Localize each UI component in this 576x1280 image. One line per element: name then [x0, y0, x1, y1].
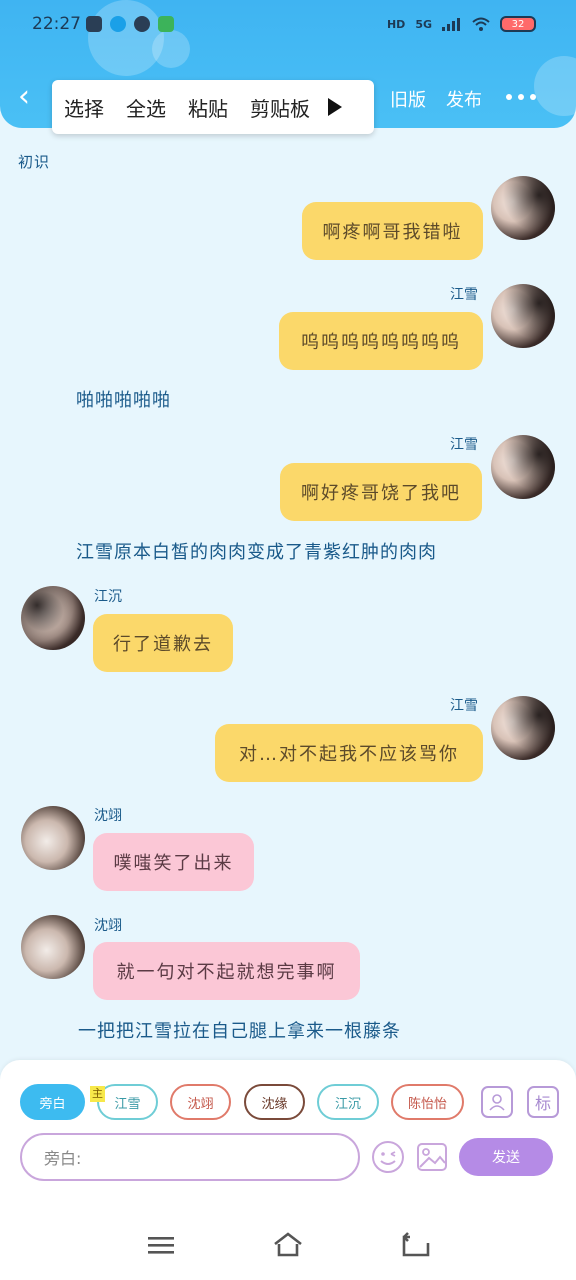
text-selection-popup: 选择 全选 粘贴 剪贴板: [52, 80, 374, 134]
narration-text: 啪啪啪啪啪: [76, 390, 171, 411]
select-all-action[interactable]: 全选: [126, 93, 166, 122]
picture-icon: [417, 1143, 447, 1171]
add-role-icon[interactable]: [481, 1086, 513, 1118]
message-bubble[interactable]: 呜呜呜呜呜呜呜呜: [279, 312, 483, 370]
role-chip-narrator[interactable]: 旁白: [20, 1084, 85, 1120]
message-bubble[interactable]: 行了道歉去: [93, 614, 233, 672]
menu-icon[interactable]: [145, 1230, 177, 1260]
more-icon[interactable]: [506, 94, 536, 100]
role-chip[interactable]: 沈翊: [170, 1084, 231, 1120]
sender-name: 沈翊: [94, 918, 122, 934]
role-chip[interactable]: 江沉: [317, 1084, 379, 1120]
person-icon: [489, 1094, 505, 1111]
home-icon[interactable]: [272, 1230, 304, 1260]
sender-name: 江沉: [94, 589, 122, 605]
sender-name: 江雪: [450, 437, 478, 453]
avatar[interactable]: [491, 435, 555, 499]
battery-level: 32: [511, 18, 525, 30]
avatar[interactable]: [491, 176, 555, 240]
message-input[interactable]: 旁白:: [20, 1133, 360, 1181]
back-nav-icon[interactable]: [400, 1230, 432, 1260]
tag-button[interactable]: 标: [527, 1086, 559, 1118]
decor-bubble: [152, 30, 190, 68]
role-chip[interactable]: 陈怡怡: [391, 1084, 464, 1120]
old-version-button[interactable]: 旧版: [390, 86, 426, 112]
sender-name: 沈翊: [94, 808, 122, 824]
chat-tag: 初识: [18, 153, 51, 171]
select-action[interactable]: 选择: [64, 93, 104, 122]
signal-5g-icon: 5G: [415, 17, 432, 31]
image-icon[interactable]: [414, 1139, 450, 1175]
paste-action[interactable]: 粘贴: [188, 93, 228, 122]
qq-icon: [110, 16, 126, 32]
message-bubble[interactable]: 就一句对不起就想完事啊: [93, 942, 360, 1000]
battery-icon: 32: [500, 16, 536, 32]
narration-text: 江雪原本白皙的肉肉变成了青紫红肿的肉肉: [76, 542, 437, 563]
avatar[interactable]: [21, 915, 85, 979]
storage-icon: [86, 16, 102, 32]
message-bubble[interactable]: 噗嗤笑了出来: [93, 833, 254, 891]
publish-button[interactable]: 发布: [446, 86, 482, 112]
message-bubble[interactable]: 啊好疼哥饶了我吧: [280, 463, 482, 521]
sender-name: 江雪: [450, 698, 478, 714]
main-role-badge: 主: [90, 1086, 105, 1102]
popup-next-arrow-icon[interactable]: [328, 98, 342, 116]
app-icon: [158, 16, 174, 32]
role-chip[interactable]: 江雪: [97, 1084, 158, 1120]
role-chip[interactable]: 沈缘: [244, 1084, 305, 1120]
decor-bubble: [88, 0, 164, 76]
wifi-icon: [472, 17, 490, 31]
avatar[interactable]: [21, 586, 85, 650]
message-bubble[interactable]: 对…对不起我不应该骂你: [215, 724, 483, 782]
status-notification-icons: [86, 16, 174, 32]
avatar[interactable]: [21, 806, 85, 870]
message-bubble[interactable]: 啊疼啊哥我错啦: [302, 202, 483, 260]
status-time: 22:27: [32, 14, 81, 34]
back-button[interactable]: ‹: [18, 80, 44, 114]
wechat-icon: [134, 16, 150, 32]
avatar[interactable]: [491, 284, 555, 348]
sender-name: 江雪: [450, 287, 478, 303]
clipboard-action[interactable]: 剪贴板: [250, 93, 310, 122]
status-right: HD 5G 32: [387, 16, 536, 32]
emoji-icon[interactable]: [370, 1139, 406, 1175]
signal-icon: [442, 18, 460, 31]
decor-bubble: [534, 56, 576, 116]
hd-icon: HD: [386, 17, 406, 31]
avatar[interactable]: [491, 696, 555, 760]
narration-text: 一把把江雪拉在自己腿上拿来一根藤条: [78, 1021, 401, 1042]
send-button[interactable]: 发送: [459, 1138, 553, 1176]
smiley-icon: [372, 1141, 404, 1173]
